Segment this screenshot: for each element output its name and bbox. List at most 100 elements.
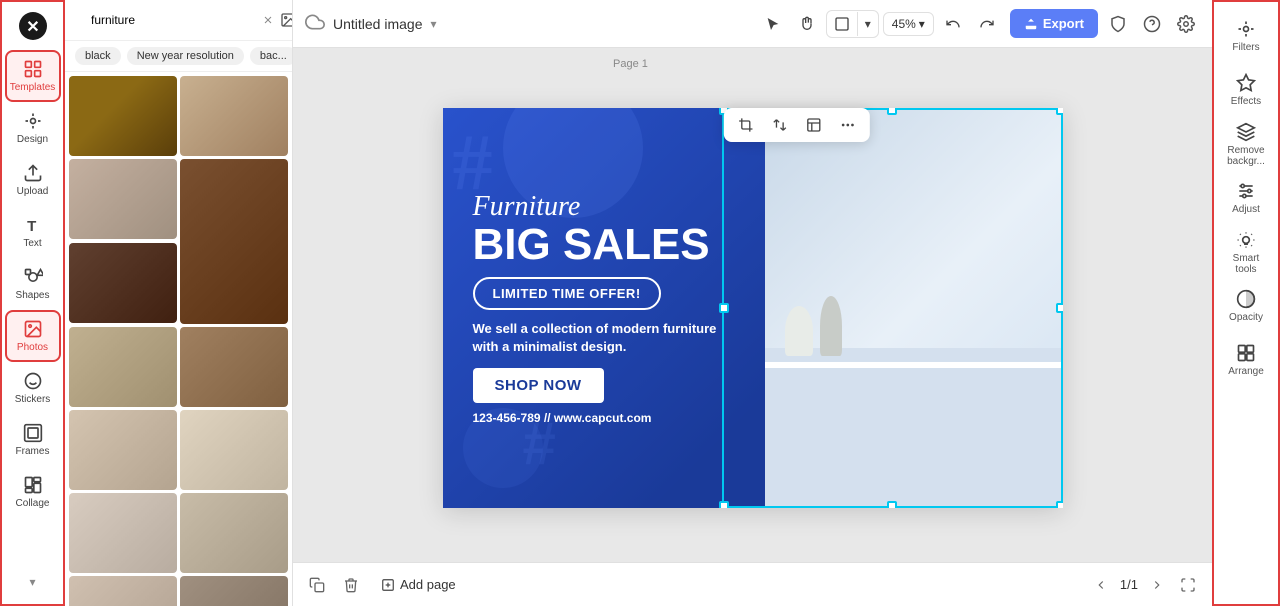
photos-grid <box>65 72 292 606</box>
photos-panel: black New year resolution bac... <box>65 0 293 606</box>
svg-text:T: T <box>27 218 36 235</box>
right-tool-remove-bg[interactable]: Removebackgr... <box>1217 118 1275 170</box>
zoom-chevron-icon: ▾ <box>919 17 925 31</box>
photo-thumb-12[interactable] <box>69 576 177 606</box>
right-tool-filters-label: Filters <box>1232 42 1259 53</box>
topbar-right: Export <box>1010 9 1200 38</box>
tag-new-year[interactable]: New year resolution <box>127 47 244 65</box>
sidebar-item-collage[interactable]: Collage <box>5 466 61 518</box>
photo-thumb-11[interactable] <box>180 493 288 573</box>
photo-thumb-1[interactable] <box>69 76 177 156</box>
ad-title-bold: BIG SALES <box>473 223 781 267</box>
photo-thumb-3[interactable] <box>69 159 177 239</box>
svg-text:✕: ✕ <box>26 19 39 36</box>
undo-btn[interactable] <box>938 11 968 37</box>
sidebar-item-stickers[interactable]: Stickers <box>5 362 61 414</box>
sidebar-item-frames[interactable]: Frames <box>5 414 61 466</box>
crop-btn[interactable] <box>729 112 761 138</box>
photo-thumb-4[interactable] <box>180 159 288 324</box>
ad-photo <box>765 108 1063 508</box>
tag-bac[interactable]: bac... <box>250 47 292 65</box>
settings-icon-btn[interactable] <box>1172 10 1200 38</box>
right-tool-smart-label: Smarttools <box>1233 253 1260 275</box>
flip-btn[interactable] <box>763 112 795 138</box>
tag-row: black New year resolution bac... <box>65 41 292 72</box>
next-page-btn[interactable] <box>1146 574 1168 596</box>
sidebar-item-label: Collage <box>16 498 50 509</box>
cloud-icon <box>305 12 325 35</box>
photo-thumb-6[interactable] <box>69 327 177 407</box>
sidebar-item-label: Upload <box>17 186 49 197</box>
add-page-btn[interactable]: Add page <box>373 573 464 596</box>
page-label: Page 1 <box>613 58 648 70</box>
prev-page-btn[interactable] <box>1090 574 1112 596</box>
right-tool-effects[interactable]: Effects <box>1217 64 1275 116</box>
shelf <box>765 362 1063 368</box>
tag-black[interactable]: black <box>75 47 121 65</box>
sidebar-item-label: Stickers <box>15 394 51 405</box>
sidebar-item-label: Text <box>23 238 41 249</box>
right-tool-effects-label: Effects <box>1231 96 1261 107</box>
cursor-tool-btn[interactable] <box>758 11 788 37</box>
ad-contact: 123-456-789 // www.capcut.com <box>473 411 781 425</box>
search-clear-btn[interactable] <box>262 14 274 26</box>
right-tool-opacity-label: Opacity <box>1229 312 1263 323</box>
resize-group: ▾ <box>826 10 879 38</box>
sidebar-item-photos[interactable]: Photos <box>5 310 61 362</box>
ad-content: # # Furniture BIG SALES LIMITED TIME OFF… <box>443 108 1063 508</box>
vase-1 <box>785 306 813 356</box>
title-chevron-icon[interactable]: ▾ <box>431 17 437 31</box>
left-sidebar: ✕ Templates Design Upload T Text <box>0 0 65 606</box>
topbar-tools: ▾ 45% ▾ <box>758 10 1002 38</box>
export-label: Export <box>1043 16 1084 31</box>
photo-thumb-9[interactable] <box>180 410 288 490</box>
app-logo[interactable]: ✕ <box>17 10 49 42</box>
redo-btn[interactable] <box>972 11 1002 37</box>
shield-icon-btn[interactable] <box>1104 10 1132 38</box>
right-tool-smart[interactable]: Smarttools <box>1217 226 1275 278</box>
doc-title: Untitled image <box>333 16 423 32</box>
search-bar <box>65 0 292 41</box>
export-btn[interactable]: Export <box>1010 9 1098 38</box>
resize-dropdown-btn[interactable]: ▾ <box>857 12 878 36</box>
ad-shop-btn: SHOP NOW <box>473 368 604 403</box>
right-tool-adjust[interactable]: Adjust <box>1217 172 1275 224</box>
furniture-base <box>765 348 1063 508</box>
right-tool-arrange[interactable]: Arrange <box>1217 334 1275 386</box>
handle-bottom-left[interactable] <box>719 501 729 508</box>
delete-page-btn[interactable] <box>339 573 363 597</box>
sidebar-item-design[interactable]: Design <box>5 102 61 154</box>
right-sidebar: Filters Effects Removebackgr... Adjust S… <box>1212 0 1280 606</box>
add-page-label: Add page <box>400 577 456 592</box>
ad-photo-inner <box>765 108 1063 508</box>
resize-btn[interactable] <box>827 11 857 37</box>
zoom-btn[interactable]: 45% ▾ <box>883 12 934 36</box>
hand-tool-btn[interactable] <box>792 11 822 37</box>
search-input[interactable] <box>81 8 256 32</box>
photo-thumb-13[interactable] <box>180 576 288 606</box>
topbar: Untitled image ▾ ▾ 45% ▾ <box>293 0 1212 48</box>
right-tool-filters[interactable]: Filters <box>1217 10 1275 62</box>
ad-desc: We sell a collection of modern furniture… <box>473 320 781 356</box>
photo-thumb-2[interactable] <box>180 76 288 156</box>
more-options-btn[interactable] <box>831 112 863 138</box>
sidebar-item-label: Templates <box>10 82 56 93</box>
sidebar-item-text[interactable]: T Text <box>5 206 61 258</box>
sidebar-item-label: Design <box>17 134 48 145</box>
copy-page-btn[interactable] <box>305 573 329 597</box>
right-tool-opacity[interactable]: Opacity <box>1217 280 1275 332</box>
help-icon-btn[interactable] <box>1138 10 1166 38</box>
photo-thumb-7[interactable] <box>180 327 288 407</box>
sidebar-item-templates[interactable]: Templates <box>5 50 61 102</box>
photo-thumb-10[interactable] <box>69 493 177 573</box>
photo-thumb-5[interactable] <box>69 243 177 323</box>
fullscreen-btn[interactable] <box>1176 573 1200 597</box>
photo-thumb-8[interactable] <box>69 410 177 490</box>
canvas-resize-btn[interactable] <box>797 112 829 138</box>
sidebar-collapse-btn[interactable]: ▾ <box>5 568 61 596</box>
search-image-btn[interactable] <box>280 12 293 28</box>
right-tool-adjust-label: Adjust <box>1232 204 1260 215</box>
sidebar-item-upload[interactable]: Upload <box>5 154 61 206</box>
sidebar-item-shapes[interactable]: Shapes <box>5 258 61 310</box>
bottom-bar: Add page 1/1 <box>293 562 1212 606</box>
